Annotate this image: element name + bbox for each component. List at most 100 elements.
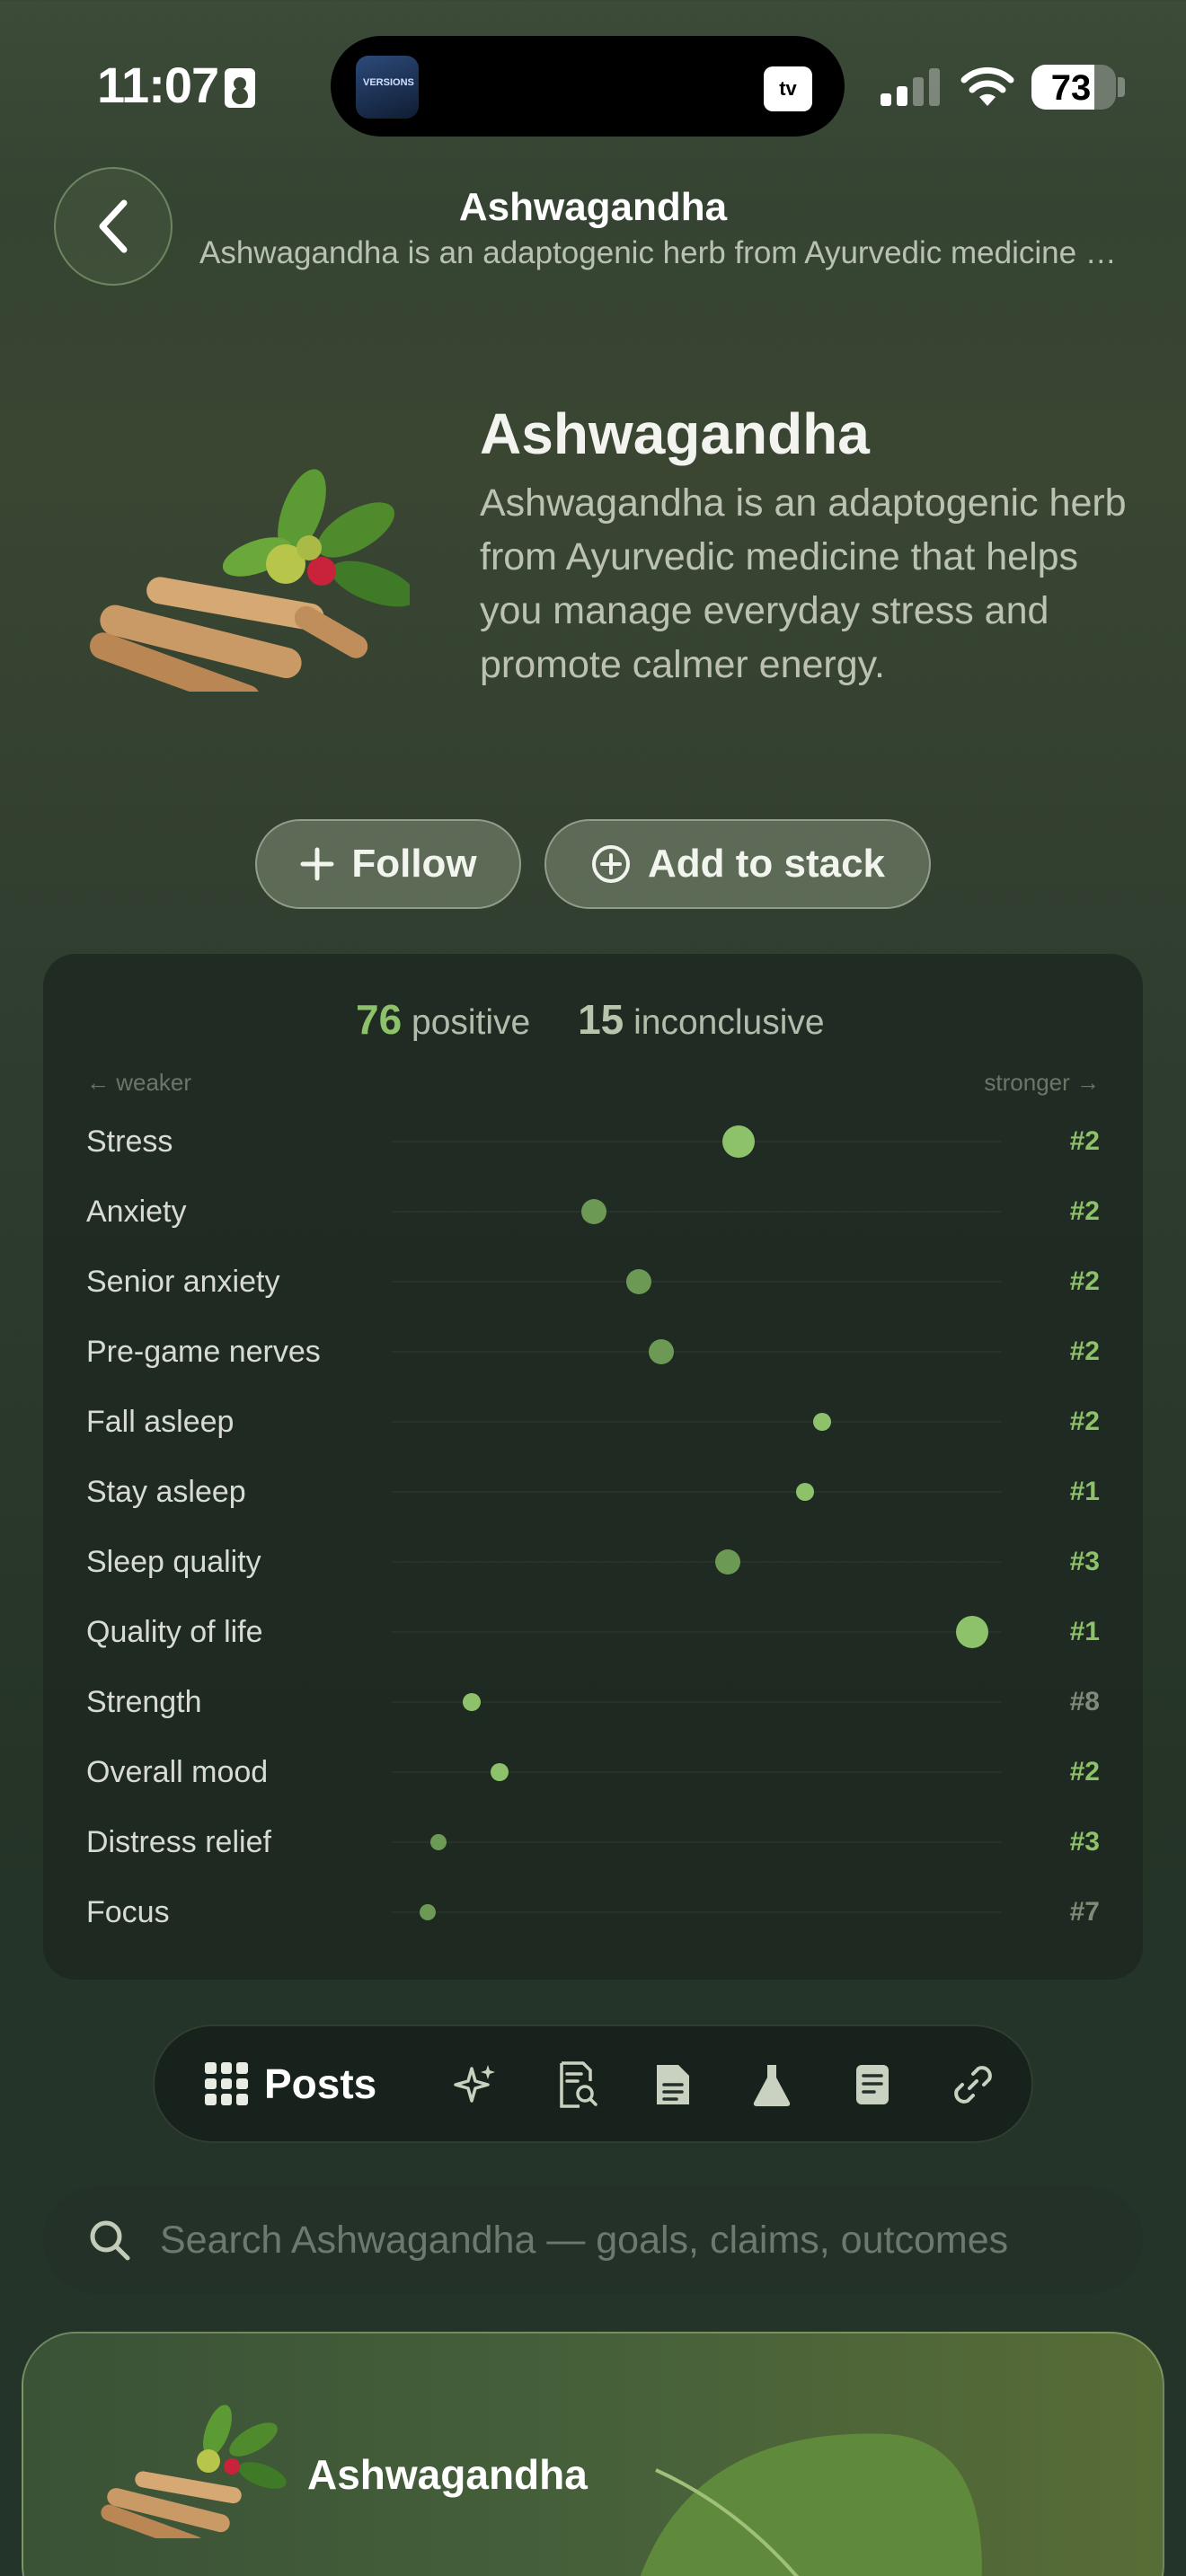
outcome-row[interactable]: Quality of life #1 bbox=[86, 1597, 1100, 1667]
follow-button[interactable]: Follow bbox=[255, 819, 521, 909]
outcome-row[interactable]: Fall asleep #2 bbox=[86, 1387, 1100, 1457]
outcome-strength-dot bbox=[722, 1125, 756, 1158]
outcome-row[interactable]: Distress relief #3 bbox=[86, 1807, 1100, 1877]
outcome-track bbox=[392, 1631, 1001, 1633]
back-button[interactable] bbox=[54, 167, 173, 286]
outcome-label: Pre-game nerves bbox=[86, 1335, 321, 1369]
outcome-rank: #2 bbox=[1069, 1266, 1100, 1296]
battery-cap bbox=[1118, 77, 1125, 97]
outcome-rank: #2 bbox=[1069, 1407, 1100, 1436]
outcome-counts: 76 positive 15 inconclusive bbox=[356, 995, 825, 1044]
tab-links[interactable] bbox=[945, 2057, 1001, 2113]
outcome-label: Stress bbox=[86, 1125, 173, 1159]
tab-notes[interactable] bbox=[845, 2057, 900, 2113]
outcome-label: Quality of life bbox=[86, 1615, 263, 1649]
add-to-stack-label: Add to stack bbox=[647, 842, 886, 886]
outcome-track bbox=[392, 1141, 1001, 1142]
outcome-rank: #8 bbox=[1069, 1687, 1100, 1716]
featured-title: Ashwagandha bbox=[307, 2451, 588, 2498]
plus-icon bbox=[300, 847, 334, 881]
outcome-strength-dot bbox=[812, 1413, 831, 1431]
outcome-track bbox=[392, 1561, 1001, 1563]
battery-level: 73 bbox=[1050, 68, 1092, 108]
inconclusive-count: 15 bbox=[578, 996, 624, 1043]
outcome-row[interactable]: Focus #7 bbox=[86, 1877, 1100, 1947]
outcome-row[interactable]: Strength #8 bbox=[86, 1667, 1100, 1737]
outcome-track bbox=[392, 1421, 1001, 1423]
outcome-label: Focus bbox=[86, 1895, 170, 1929]
positive-label: positive bbox=[412, 1003, 531, 1042]
outcome-label: Fall asleep bbox=[86, 1405, 235, 1439]
inconclusive-label: inconclusive bbox=[633, 1003, 825, 1042]
tab-posts[interactable]: Posts bbox=[205, 2050, 376, 2118]
flask-icon bbox=[753, 2065, 791, 2106]
outcome-strength-dot bbox=[420, 1904, 436, 1920]
outcome-strength-dot bbox=[430, 1834, 447, 1850]
product-description: Ashwagandha is an adaptogenic herb from … bbox=[480, 481, 1127, 686]
link-icon bbox=[954, 2066, 992, 2104]
outcome-track bbox=[392, 1281, 1001, 1283]
sparkles-icon bbox=[454, 2065, 495, 2103]
grid-icon bbox=[205, 2062, 248, 2105]
outcome-strength-dot bbox=[491, 1763, 509, 1781]
outcome-rank: #2 bbox=[1069, 1126, 1100, 1156]
ashwagandha-root-image bbox=[89, 469, 410, 692]
outcome-label: Distress relief bbox=[86, 1825, 271, 1859]
outcome-track bbox=[392, 1841, 1001, 1843]
tab-studies[interactable] bbox=[744, 2057, 800, 2113]
outcome-row[interactable]: Sleep quality #3 bbox=[86, 1527, 1100, 1597]
plus-circle-icon bbox=[591, 845, 630, 883]
tab-documents[interactable] bbox=[645, 2057, 701, 2113]
document-search-icon bbox=[560, 2061, 597, 2108]
outcome-strength-dot bbox=[463, 1693, 482, 1711]
search-input[interactable] bbox=[160, 2218, 1143, 2263]
battery-icon: 73 bbox=[1031, 65, 1116, 110]
stronger-label: stronger → bbox=[984, 1069, 1100, 1096]
outcome-rank: #3 bbox=[1069, 1547, 1100, 1576]
weaker-label: ← weaker bbox=[86, 1069, 192, 1096]
nav-title: Ashwagandha bbox=[458, 185, 728, 229]
outcome-rank: #2 bbox=[1069, 1196, 1100, 1226]
outcome-strength-dot bbox=[648, 1339, 674, 1364]
search-bar bbox=[43, 2186, 1143, 2294]
positive-count: 76 bbox=[356, 996, 403, 1043]
add-to-stack-button[interactable]: Add to stack bbox=[544, 819, 931, 909]
outcome-row[interactable]: Stress #2 bbox=[86, 1107, 1100, 1177]
outcome-label: Anxiety bbox=[86, 1195, 187, 1229]
outcome-rank: #2 bbox=[1069, 1337, 1100, 1366]
outcome-row[interactable]: Stay asleep #1 bbox=[86, 1457, 1100, 1527]
outcome-strength-dot bbox=[955, 1616, 988, 1648]
product-title: Ashwagandha bbox=[480, 401, 870, 466]
search-icon bbox=[90, 2220, 130, 2261]
outcome-track bbox=[392, 1211, 1001, 1213]
outcome-row[interactable]: Overall mood #2 bbox=[86, 1737, 1100, 1807]
outcome-label: Strength bbox=[86, 1685, 202, 1719]
outcome-row[interactable]: Anxiety #2 bbox=[86, 1177, 1100, 1247]
apple-tv-label: tv bbox=[779, 77, 797, 100]
document-icon bbox=[657, 2065, 689, 2104]
outcome-label: Stay asleep bbox=[86, 1475, 246, 1509]
outcome-track bbox=[392, 1351, 1001, 1353]
outcome-row[interactable]: Pre-game nerves #2 bbox=[86, 1317, 1100, 1387]
outcome-strength-dot bbox=[796, 1483, 815, 1501]
person-badge-icon bbox=[225, 68, 255, 108]
outcome-track bbox=[392, 1701, 1001, 1703]
outcome-track bbox=[392, 1911, 1001, 1913]
outcome-rank: #7 bbox=[1069, 1897, 1100, 1927]
outcome-label: Senior anxiety bbox=[86, 1265, 280, 1299]
ashwagandha-thumbnail bbox=[101, 2404, 287, 2538]
outcome-rank: #2 bbox=[1069, 1757, 1100, 1786]
outcome-strength-dot bbox=[581, 1199, 607, 1224]
outcome-track bbox=[392, 1771, 1001, 1773]
status-time: 11:07 bbox=[97, 57, 219, 113]
outcome-label: Sleep quality bbox=[86, 1545, 261, 1579]
apple-tv-icon: tv bbox=[764, 66, 812, 111]
cellular-signal-icon bbox=[881, 66, 943, 106]
outcome-rank: #1 bbox=[1069, 1477, 1100, 1506]
tab-research[interactable] bbox=[548, 2057, 604, 2113]
outcome-row[interactable]: Senior anxiety #2 bbox=[86, 1247, 1100, 1317]
now-playing-artwork-label: VERSIONS bbox=[363, 77, 414, 88]
now-playing-artwork: VERSIONS bbox=[356, 56, 419, 119]
follow-label: Follow bbox=[351, 842, 477, 886]
tab-sparkles[interactable] bbox=[447, 2057, 503, 2113]
